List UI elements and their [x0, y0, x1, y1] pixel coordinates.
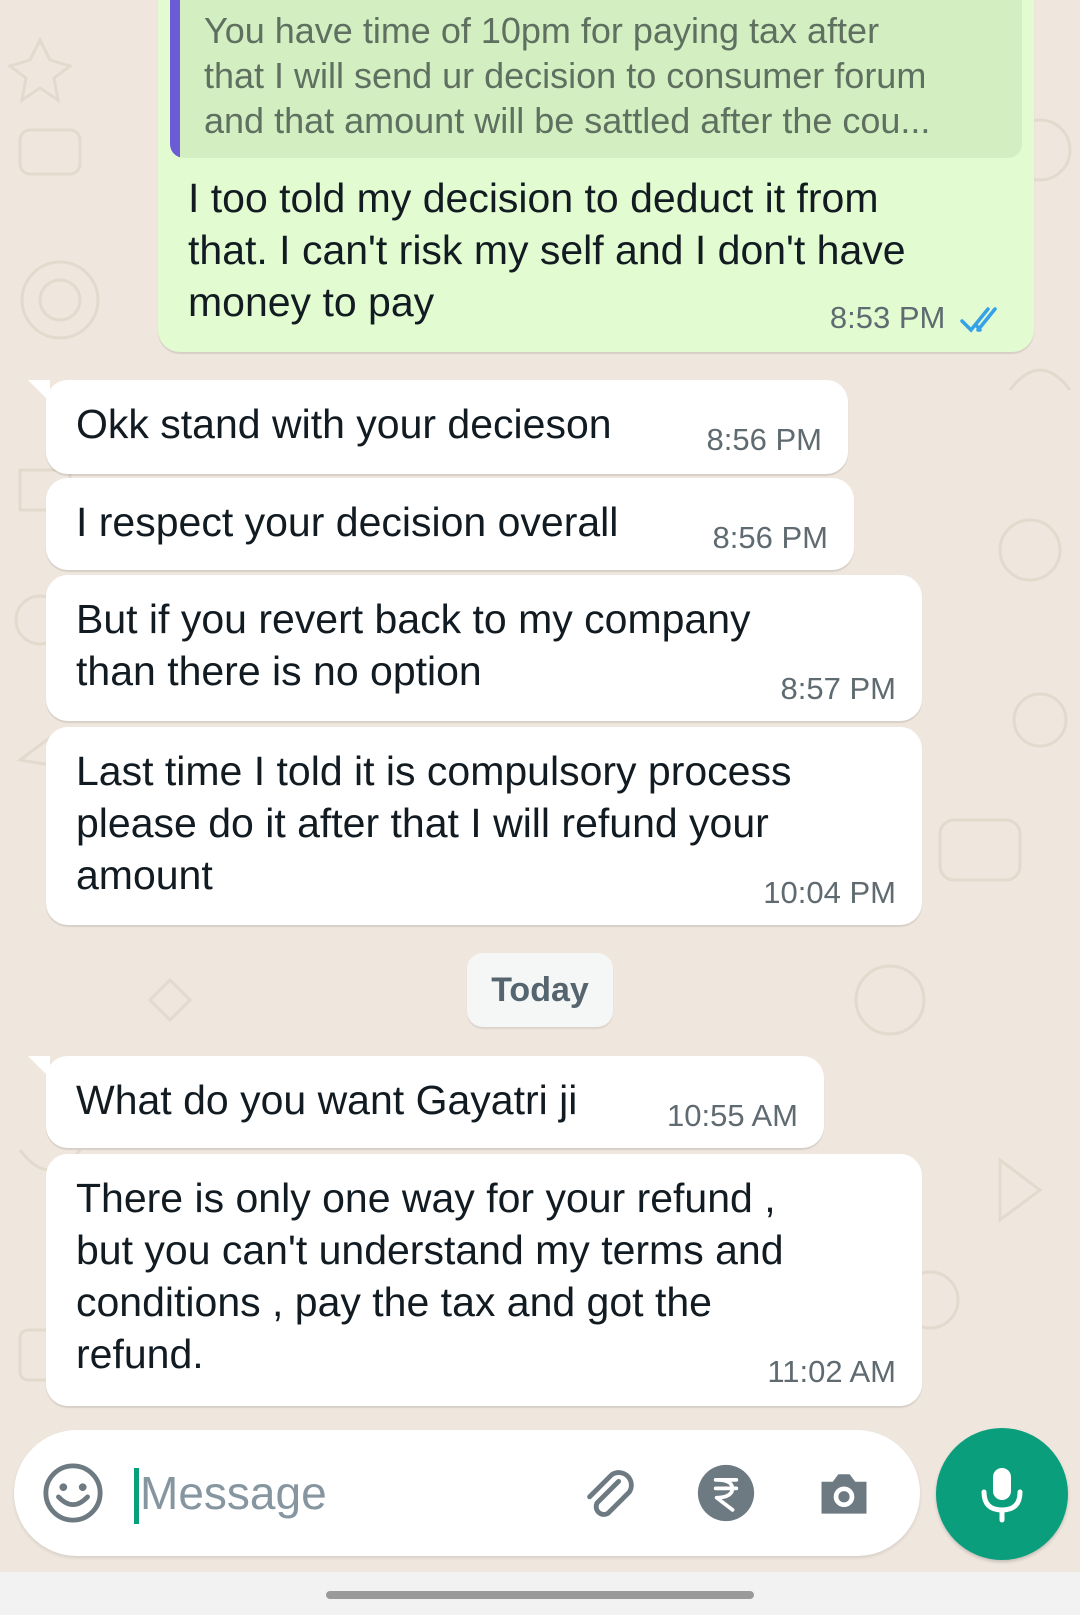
mic-icon	[981, 1468, 1023, 1523]
text-cursor	[134, 1468, 139, 1524]
message-time: 10:04 PM	[763, 875, 896, 910]
home-gesture-handle[interactable]	[326, 1591, 754, 1599]
message-text: There is only one way for your refund , …	[76, 1175, 784, 1377]
quoted-message-text: You have time of 10pm for paying tax aft…	[204, 10, 931, 141]
date-divider: Today	[467, 953, 613, 1027]
message-bubble-incoming[interactable]: Okk stand with your decieson 8:56 PM	[28, 380, 848, 474]
quoted-message[interactable]: You have time of 10pm for paying tax aft…	[170, 0, 1022, 158]
attach-icon[interactable]	[576, 1462, 638, 1524]
message-bubble-incoming[interactable]: Last time I told it is compulsory proces…	[46, 727, 922, 925]
message-text: But if you revert back to my company tha…	[76, 596, 751, 694]
message-time: 10:55 AM	[667, 1098, 798, 1133]
double-check-read-icon	[960, 307, 997, 333]
message-time: 8:56 PM	[706, 422, 822, 457]
emoji-icon[interactable]	[42, 1462, 104, 1524]
message-bubble-incoming[interactable]: There is only one way for your refund , …	[46, 1154, 922, 1406]
camera-icon[interactable]	[814, 1463, 874, 1523]
message-composer: Message	[14, 1430, 920, 1556]
message-bubble-incoming[interactable]: I respect your decision overall 8:56 PM	[46, 478, 854, 570]
message-bubble-outgoing[interactable]: You have time of 10pm for paying tax aft…	[158, 0, 1034, 352]
message-text: Okk stand with your decieson	[76, 401, 612, 447]
message-time: 11:02 AM	[767, 1354, 896, 1389]
message-text: What do you want Gayatri ji	[76, 1077, 578, 1123]
message-time-text: 8:53 PM	[829, 300, 946, 335]
bubble-tail	[28, 1056, 50, 1078]
message-bubble-incoming[interactable]: But if you revert back to my company tha…	[46, 575, 922, 721]
bubble-tail	[28, 380, 50, 402]
voice-record-button[interactable]	[936, 1428, 1068, 1560]
message-text: I respect your decision overall	[76, 499, 619, 545]
message-text: Last time I told it is compulsory proces…	[76, 748, 792, 898]
message-time: 8:57 PM	[780, 671, 896, 706]
message-bubble-incoming[interactable]: What do you want Gayatri ji 10:55 AM	[28, 1056, 824, 1148]
quote-accent-bar	[170, 0, 180, 158]
message-time: 8:56 PM	[712, 520, 828, 555]
system-navigation-bar	[0, 1572, 1080, 1615]
message-time: 8:53 PM	[830, 300, 1008, 336]
message-text: I too told my decision to deduct it from…	[188, 175, 906, 325]
message-input[interactable]: Message	[140, 1466, 327, 1520]
rupee-payment-icon[interactable]	[696, 1463, 756, 1523]
